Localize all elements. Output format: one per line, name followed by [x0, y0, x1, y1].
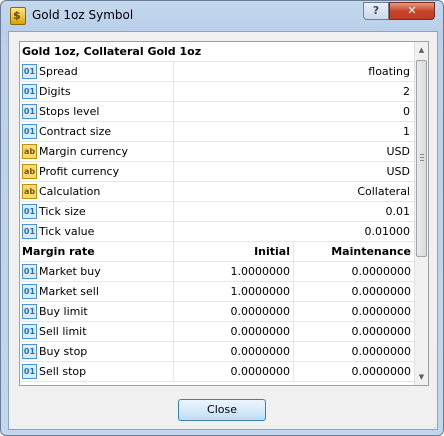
numeric-property-icon: 01: [22, 324, 37, 339]
close-button[interactable]: Close: [178, 399, 266, 421]
property-label: Profit currency: [39, 165, 120, 178]
margin-rate-header: Margin rate Initial Maintenance: [20, 242, 414, 262]
text-property-icon: ab: [22, 164, 37, 179]
property-label: Margin currency: [39, 145, 128, 158]
maintenance-margin-value: 0.0000000: [351, 325, 412, 338]
initial-margin-value: 0.0000000: [230, 325, 291, 338]
maintenance-margin-value: 0.0000000: [351, 345, 412, 358]
margin-rate-label: Sell stop: [39, 365, 87, 378]
property-value: USD: [386, 145, 410, 158]
margin-rate-label: Sell limit: [39, 325, 87, 338]
text-property-icon: ab: [22, 144, 37, 159]
margin-rate-header-label: Margin rate: [22, 245, 95, 258]
help-button[interactable]: ?: [363, 2, 389, 20]
numeric-property-icon: 01: [22, 264, 37, 279]
margin-rate-row[interactable]: 01 Market sell 1.0000000 0.0000000: [20, 282, 414, 302]
numeric-property-icon: 01: [22, 304, 37, 319]
property-label: Digits: [39, 85, 71, 98]
window-close-button[interactable]: ✕: [389, 2, 435, 20]
numeric-property-icon: 01: [22, 344, 37, 359]
vertical-scrollbar[interactable]: ▲ ▼: [414, 42, 428, 385]
margin-rate-row[interactable]: 01 Buy limit 0.0000000 0.0000000: [20, 302, 414, 322]
property-value: 2: [403, 85, 410, 98]
scroll-down-arrow-icon[interactable]: ▼: [415, 369, 428, 385]
numeric-property-icon: 01: [22, 364, 37, 379]
numeric-property-icon: 01: [22, 84, 37, 99]
property-row[interactable]: 01 Contract size 1: [20, 122, 414, 142]
numeric-property-icon: 01: [22, 224, 37, 239]
property-row[interactable]: 01 Tick size 0.01: [20, 202, 414, 222]
resize-grip-icon[interactable]: ⋰: [431, 423, 441, 433]
margin-rate-label: Market buy: [39, 265, 101, 278]
maintenance-margin-value: 0.0000000: [351, 365, 412, 378]
margin-rate-label: Buy limit: [39, 305, 88, 318]
property-label: Tick value: [39, 225, 95, 238]
initial-margin-value: 0.0000000: [230, 365, 291, 378]
property-row[interactable]: ab Calculation Collateral: [20, 182, 414, 202]
numeric-property-icon: 01: [22, 284, 37, 299]
initial-margin-value: 0.0000000: [230, 345, 291, 358]
maintenance-margin-value: 0.0000000: [351, 265, 412, 278]
property-row[interactable]: 01 Digits 2: [20, 82, 414, 102]
margin-rate-label: Market sell: [39, 285, 99, 298]
initial-column-header: Initial: [254, 245, 290, 258]
property-label: Stops level: [39, 105, 100, 118]
initial-margin-value: 1.0000000: [230, 265, 291, 278]
initial-margin-value: 1.0000000: [230, 285, 291, 298]
numeric-property-icon: 01: [22, 124, 37, 139]
group-header-label: Gold 1oz, Collateral Gold 1oz: [22, 45, 202, 58]
margin-rate-row[interactable]: 01 Sell limit 0.0000000 0.0000000: [20, 322, 414, 342]
property-value: 1: [403, 125, 410, 138]
property-value: USD: [386, 165, 410, 178]
text-property-icon: ab: [22, 184, 37, 199]
margin-rate-row[interactable]: 01 Buy stop 0.0000000 0.0000000: [20, 342, 414, 362]
property-row[interactable]: ab Margin currency USD: [20, 142, 414, 162]
window-title: Gold 1oz Symbol: [32, 8, 134, 22]
property-value: 0.01000: [364, 225, 411, 238]
property-row[interactable]: 01 Spread floating: [20, 62, 414, 82]
property-row[interactable]: ab Profit currency USD: [20, 162, 414, 182]
maintenance-margin-value: 0.0000000: [351, 285, 412, 298]
property-label: Spread: [39, 65, 78, 78]
scroll-up-arrow-icon[interactable]: ▲: [415, 42, 428, 58]
symbol-properties-grid[interactable]: Gold 1oz, Collateral Gold 1oz 01 Spread fl…: [19, 41, 429, 386]
dialog-client-area: Gold 1oz, Collateral Gold 1oz 01 Spread fl…: [8, 31, 438, 430]
property-value: Collateral: [357, 185, 410, 198]
margin-rate-row[interactable]: 01 Sell stop 0.0000000 0.0000000: [20, 362, 414, 382]
initial-margin-value: 0.0000000: [230, 305, 291, 318]
dollar-symbol-icon: $: [10, 7, 26, 25]
property-row[interactable]: 01 Stops level 0: [20, 102, 414, 122]
property-value: 0.01: [385, 205, 411, 218]
property-label: Calculation: [39, 185, 101, 198]
numeric-property-icon: 01: [22, 64, 37, 79]
grid-group-header: Gold 1oz, Collateral Gold 1oz: [20, 42, 414, 62]
property-row[interactable]: 01 Tick value 0.01000: [20, 222, 414, 242]
property-value: 0: [403, 105, 410, 118]
property-label: Tick size: [39, 205, 86, 218]
symbol-dialog-window: $ Gold 1oz Symbol ? ✕ Gold 1oz, Collater…: [0, 0, 444, 436]
margin-rate-label: Buy stop: [39, 345, 88, 358]
maintenance-column-header: Maintenance: [331, 245, 411, 258]
margin-rate-row[interactable]: 01 Market buy 1.0000000 0.0000000: [20, 262, 414, 282]
property-label: Contract size: [39, 125, 112, 138]
maintenance-margin-value: 0.0000000: [351, 305, 412, 318]
scrollbar-thumb[interactable]: [416, 60, 427, 257]
numeric-property-icon: 01: [22, 104, 37, 119]
property-value: floating: [368, 65, 410, 78]
numeric-property-icon: 01: [22, 204, 37, 219]
